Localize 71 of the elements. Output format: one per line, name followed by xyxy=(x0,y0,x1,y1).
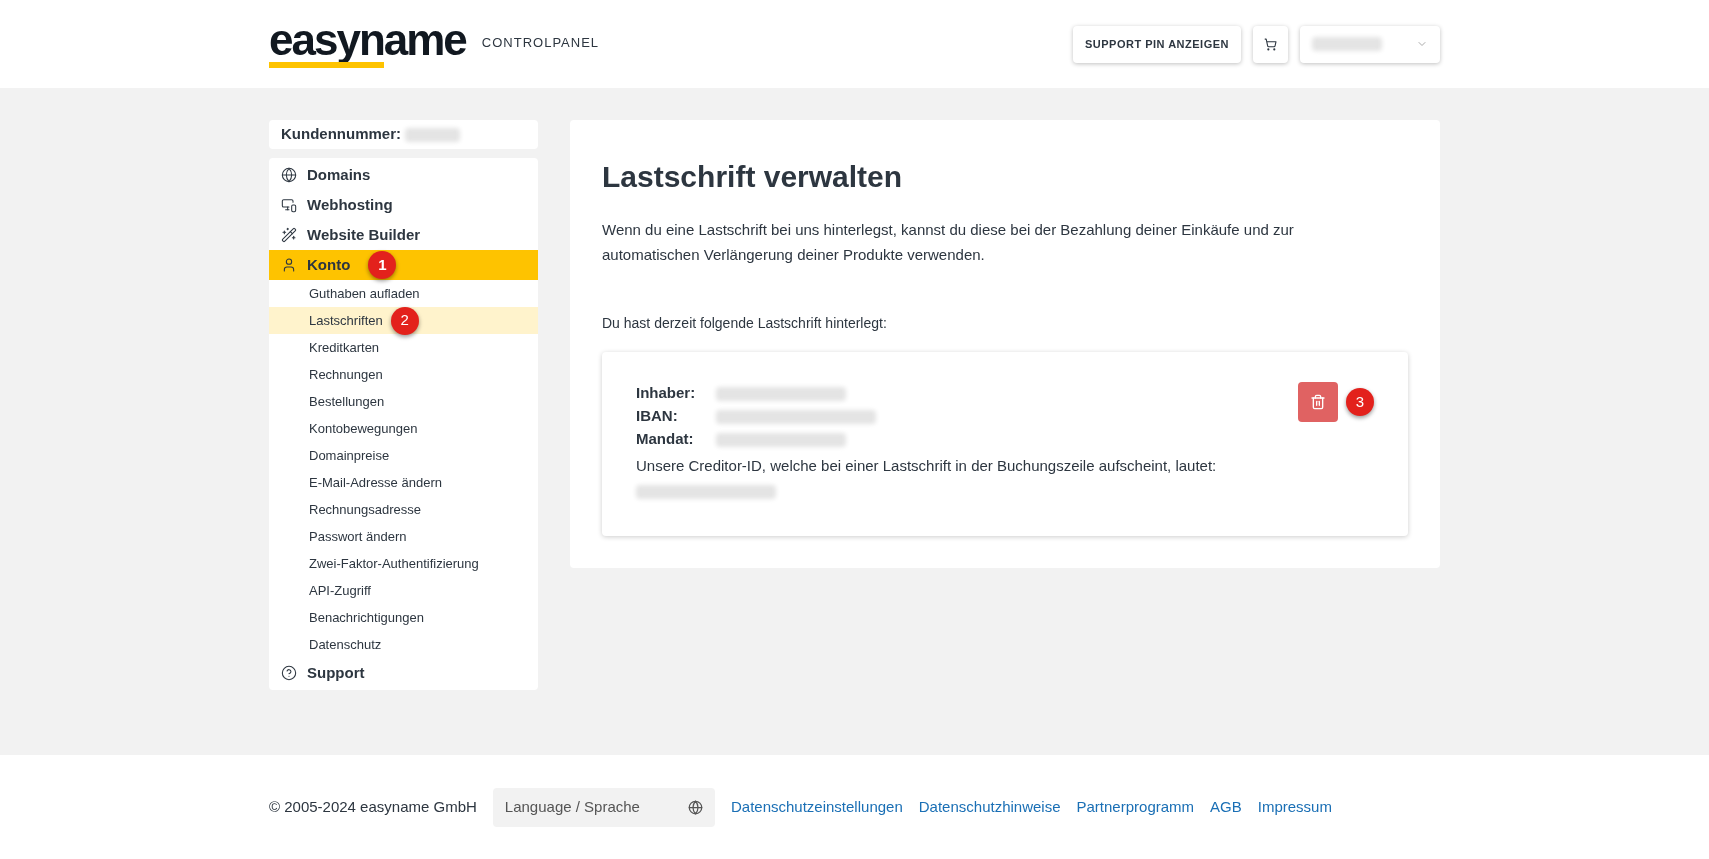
sidebar-item[interactable]: Website Builder xyxy=(269,220,538,250)
submenu-item[interactable]: Zwei-Faktor-Authentifizierung xyxy=(269,550,538,577)
customer-number-label: Kundennummer: xyxy=(281,124,401,145)
submenu-item[interactable]: Guthaben aufladen xyxy=(269,280,538,307)
language-button[interactable]: Language / Sprache xyxy=(492,787,715,827)
copyright-text: © 2005-2024 easyname GmbH xyxy=(269,796,477,817)
globe-icon xyxy=(281,167,297,183)
devices-icon xyxy=(281,197,297,213)
subtitle: CONTROLPANEL xyxy=(481,33,600,52)
submenu-item[interactable]: Lastschriften 2 xyxy=(269,307,538,334)
submenu-item-label: Bestellungen xyxy=(309,392,385,411)
creditor-note: Unsere Creditor-ID, welche bei einer Lastschrift in der Buchungszeile aufscheint, lautet: xyxy=(636,456,1218,476)
submenu-item[interactable]: Domainpreise xyxy=(269,442,538,469)
submenu-item-label: Domainpreise xyxy=(309,446,390,465)
footer-link[interactable]: Datenschutzhinweise xyxy=(918,795,1061,819)
submenu-item[interactable]: E-Mail-Adresse ändern xyxy=(269,469,538,496)
sidebar-item-label: Domains xyxy=(307,164,371,185)
submenu-item[interactable]: Rechnungen xyxy=(269,361,538,388)
submenu-item-label: Kontobewegungen xyxy=(309,419,418,438)
redacted-block xyxy=(405,127,460,142)
submenu-item[interactable]: Datenschutz xyxy=(269,631,538,658)
submenu-item[interactable]: Benachrichtigungen xyxy=(269,604,538,631)
page-title: Lastschrift verwalten xyxy=(602,159,904,195)
submenu-item[interactable]: Bestellungen xyxy=(269,388,538,415)
submenu-item[interactable]: Kontobewegungen xyxy=(269,415,538,442)
submenu-item[interactable]: Passwort ändern xyxy=(269,523,538,550)
number-badge: 1 xyxy=(368,251,397,279)
sidebar-item[interactable]: Domains xyxy=(269,160,538,190)
globe-icon xyxy=(687,799,703,815)
intro-text: Wenn du eine Lastschrift bei uns hinterlegst, kannst du diese bei der Bezahlung deiner Einkäufe und zur automatischen Verlängerung deiner Produkte verwenden. xyxy=(602,220,1295,265)
field-label: Inhaber: xyxy=(636,383,697,404)
submenu-item-label: Lastschriften xyxy=(309,311,383,330)
footer-link[interactable]: AGB xyxy=(1210,795,1242,819)
submenu-item[interactable]: Kreditkarten xyxy=(269,334,538,361)
logo[interactable]: easyname xyxy=(269,20,466,60)
submenu-item-label: Rechnungsadresse xyxy=(309,500,422,519)
number-badge: 2 xyxy=(390,306,419,335)
submenu-item-label: Zwei-Faktor-Authentifizierung xyxy=(309,554,479,573)
sidebar-item-label: Konto xyxy=(307,254,351,275)
delete-button[interactable] xyxy=(1298,382,1338,422)
sidebar-item-label: Support xyxy=(307,662,365,683)
field-label: IBAN: xyxy=(636,406,679,427)
sidebar-item[interactable]: Webhosting xyxy=(269,190,538,220)
redacted-block xyxy=(1312,37,1382,51)
trash-icon xyxy=(1310,394,1326,410)
sidebar-item[interactable]: Konto 1 xyxy=(269,250,538,280)
footer-link[interactable]: Impressum xyxy=(1257,795,1332,819)
submenu-item-label: Kreditkarten xyxy=(309,338,380,357)
submenu-item-label: E-Mail-Adresse ändern xyxy=(309,473,442,492)
sidebar-item-label: Website Builder xyxy=(307,224,421,245)
number-badge: 3 xyxy=(1346,388,1374,416)
submenu-item[interactable]: Rechnungsadresse xyxy=(269,496,538,523)
submenu-item[interactable]: API-Zugriff xyxy=(269,577,538,604)
sidebar-item-label: Webhosting xyxy=(307,194,393,215)
submenu-item-label: Datenschutz xyxy=(309,635,382,654)
magic-wand-icon xyxy=(281,227,297,243)
cart-button[interactable] xyxy=(1253,25,1288,63)
help-icon xyxy=(281,665,297,681)
user-icon xyxy=(281,257,297,273)
sidebar-item[interactable]: Support xyxy=(269,658,538,688)
status-text: Du hast derzeit folgende Lastschrift hinterlegt: xyxy=(602,314,888,333)
submenu-item-label: Guthaben aufladen xyxy=(309,284,420,303)
field-label: Mandat: xyxy=(636,429,695,450)
footer-link[interactable]: Datenschutzeinstellungen xyxy=(730,795,903,819)
submenu-item-label: API-Zugriff xyxy=(309,581,371,600)
cart-icon xyxy=(1264,37,1277,51)
submenu-item-label: Rechnungen xyxy=(309,365,383,384)
support-pin-button[interactable]: SUPPORT PIN ANZEIGEN xyxy=(1072,25,1241,63)
submenu-item-label: Benachrichtigungen xyxy=(309,608,424,627)
submenu-item-label: Passwort ändern xyxy=(309,527,407,546)
footer-link[interactable]: Partnerprogramm xyxy=(1076,795,1195,819)
